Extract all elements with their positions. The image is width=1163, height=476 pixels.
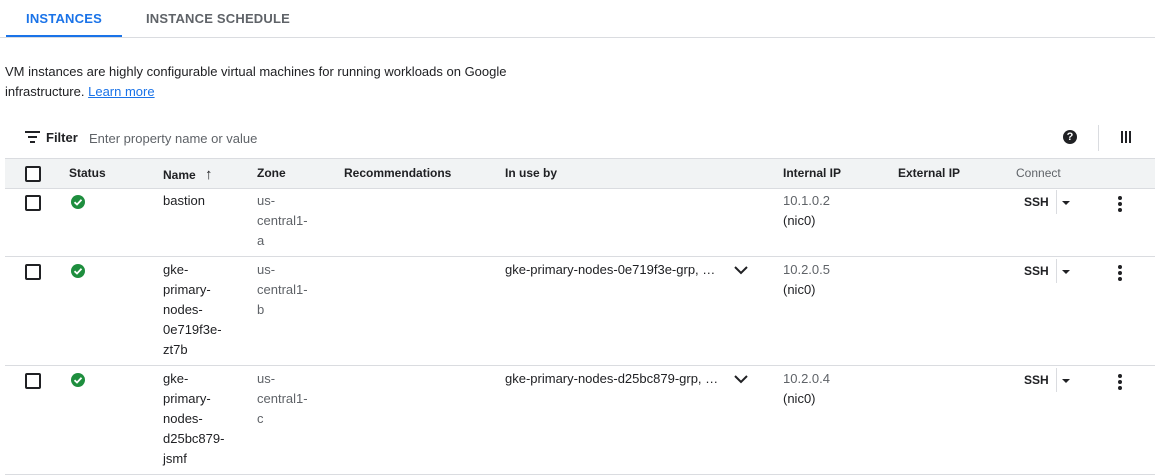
tab-instances[interactable]: INSTANCES xyxy=(6,0,122,37)
learn-more-link[interactable]: Learn more xyxy=(88,84,154,99)
instance-name-link[interactable]: gke- primary- nodes- 0e719f3e- zt7b xyxy=(163,260,233,360)
ssh-button[interactable]: SSH xyxy=(1024,195,1049,209)
toolbar-divider xyxy=(1098,125,1099,151)
ssh-dropdown-icon[interactable] xyxy=(1062,201,1070,205)
page-description: VM instances are highly configurable vir… xyxy=(5,62,525,102)
zone-line: a xyxy=(257,233,265,248)
filter-input[interactable] xyxy=(87,126,591,150)
name-line: gke- xyxy=(163,262,189,277)
header-internal-ip[interactable]: Internal IP xyxy=(783,166,841,180)
zone-line: b xyxy=(257,302,265,317)
nic-link[interactable]: (nic0) xyxy=(783,389,830,409)
name-line: primary- xyxy=(163,282,211,297)
running-status-icon xyxy=(71,195,85,209)
zone-line: us- xyxy=(257,371,276,386)
instance-name-link[interactable]: gke- primary- nodes- d25bc879- jsmf xyxy=(163,369,233,469)
zone-line: c xyxy=(257,411,264,426)
more-actions-icon[interactable] xyxy=(1118,196,1122,212)
more-actions-icon[interactable] xyxy=(1118,265,1122,281)
filter-label[interactable]: Filter xyxy=(46,130,78,145)
header-connect: Connect xyxy=(1016,166,1061,180)
zone-line: central1- xyxy=(257,213,308,228)
header-name[interactable]: Name ↑ xyxy=(163,166,213,183)
table-header: Status Name ↑ Zone Recommendations In us… xyxy=(5,158,1155,189)
zone-cell: us- central1- b xyxy=(257,260,317,320)
running-status-icon xyxy=(71,264,85,278)
name-line: d25bc879- xyxy=(163,431,225,446)
in-use-by-link[interactable]: gke-primary-nodes-d25bc879-grp, … xyxy=(505,369,718,389)
header-in-use-by[interactable]: In use by xyxy=(505,166,557,180)
running-status-icon xyxy=(71,373,85,387)
header-external-ip[interactable]: External IP xyxy=(898,166,960,180)
zone-cell: us- central1- c xyxy=(257,369,317,429)
ssh-divider xyxy=(1056,368,1057,392)
nic-link[interactable]: (nic0) xyxy=(783,280,830,300)
internal-ip-cell: 10.2.0.5 (nic0) xyxy=(783,260,830,300)
header-recommendations[interactable]: Recommendations xyxy=(344,166,451,180)
header-zone[interactable]: Zone xyxy=(257,166,286,180)
table-row: gke- primary- nodes- 0e719f3e- zt7b us- … xyxy=(5,257,1155,366)
zone-line: central1- xyxy=(257,282,308,297)
more-actions-icon[interactable] xyxy=(1118,374,1122,390)
row-checkbox[interactable] xyxy=(25,373,41,389)
chevron-down-icon[interactable] xyxy=(733,371,749,387)
select-all-checkbox[interactable] xyxy=(25,166,41,182)
chevron-down-icon[interactable] xyxy=(733,262,749,278)
description-text: VM instances are highly configurable vir… xyxy=(5,64,507,99)
name-line: 0e719f3e- xyxy=(163,322,222,337)
internal-ip: 10.1.0.2 xyxy=(783,193,830,208)
zone-line: us- xyxy=(257,193,276,208)
column-display-icon[interactable] xyxy=(1121,131,1133,143)
zone-line: us- xyxy=(257,262,276,277)
instance-name-link[interactable]: bastion xyxy=(163,191,233,211)
row-checkbox[interactable] xyxy=(25,195,41,211)
ssh-dropdown-icon[interactable] xyxy=(1062,270,1070,274)
row-checkbox[interactable] xyxy=(25,264,41,280)
help-icon[interactable]: ? xyxy=(1063,130,1077,144)
nic-link[interactable]: (nic0) xyxy=(783,211,830,231)
header-name-label: Name xyxy=(163,168,196,182)
ssh-button[interactable]: SSH xyxy=(1024,264,1049,278)
ssh-divider xyxy=(1056,259,1057,283)
ssh-dropdown-icon[interactable] xyxy=(1062,379,1070,383)
tab-bar: INSTANCES INSTANCE SCHEDULE xyxy=(0,0,1155,38)
name-line: zt7b xyxy=(163,342,188,357)
table-row: gke- primary- nodes- d25bc879- jsmf us- … xyxy=(5,366,1155,475)
in-use-by-link[interactable]: gke-primary-nodes-0e719f3e-grp, … xyxy=(505,260,715,280)
internal-ip-cell: 10.1.0.2 (nic0) xyxy=(783,191,830,231)
table-row: bastion us- central1- a 10.1.0.2 (nic0) … xyxy=(5,188,1155,257)
ssh-button[interactable]: SSH xyxy=(1024,373,1049,387)
sort-ascending-icon[interactable]: ↑ xyxy=(205,166,213,183)
name-line: nodes- xyxy=(163,302,203,317)
name-line: nodes- xyxy=(163,411,203,426)
filter-bar: Filter ? xyxy=(5,122,1155,152)
internal-ip: 10.2.0.5 xyxy=(783,262,830,277)
header-status[interactable]: Status xyxy=(69,166,106,180)
internal-ip: 10.2.0.4 xyxy=(783,371,830,386)
name-line: primary- xyxy=(163,391,211,406)
zone-cell: us- central1- a xyxy=(257,191,317,251)
internal-ip-cell: 10.2.0.4 (nic0) xyxy=(783,369,830,409)
name-line: jsmf xyxy=(163,451,187,466)
ssh-divider xyxy=(1056,190,1057,214)
filter-icon[interactable] xyxy=(25,131,40,143)
zone-line: central1- xyxy=(257,391,308,406)
name-line: bastion xyxy=(163,193,205,208)
name-line: gke- xyxy=(163,371,189,386)
tab-instance-schedule[interactable]: INSTANCE SCHEDULE xyxy=(146,0,290,37)
